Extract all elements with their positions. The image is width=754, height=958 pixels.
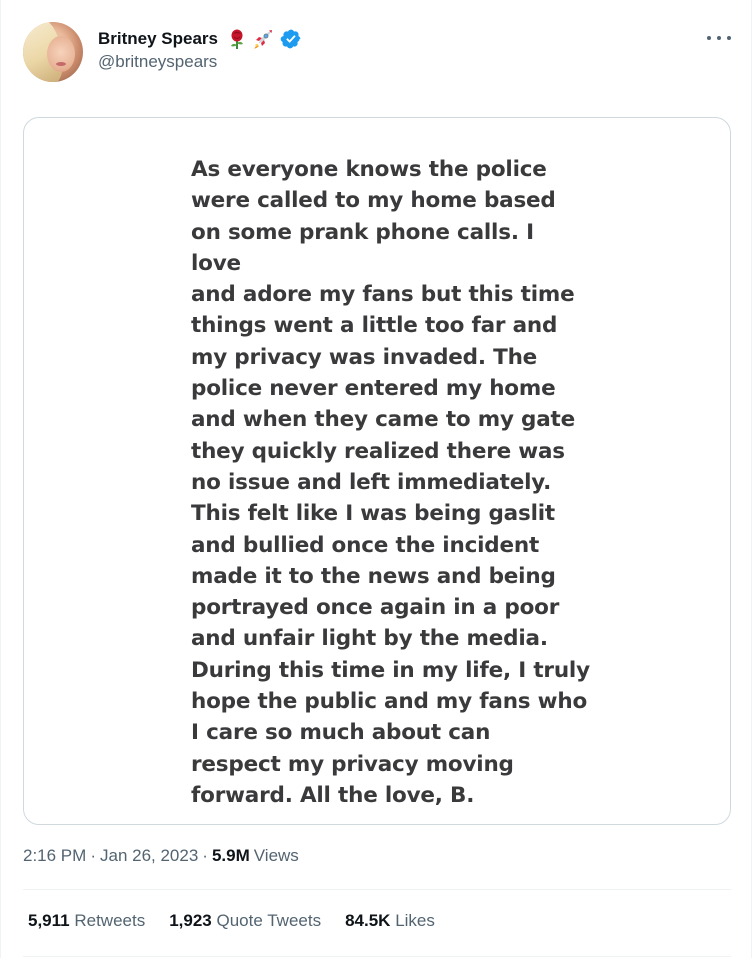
tweet-detail: Britney Spears @britneyspears As everyon… [0,0,752,958]
media-statement-text: As everyone knows the police were called… [191,157,590,808]
likes-stat[interactable]: 84.5K Likes [345,911,435,931]
divider [23,956,731,957]
likes-label: Likes [395,911,435,930]
tweet-meta: 2:16 PM · Jan 26, 2023 · 5.9M Views [23,846,299,866]
more-options-icon[interactable] [707,30,731,46]
rocket-emoji-icon [252,28,274,50]
more-dot [727,36,731,40]
meta-separator: · [90,846,96,865]
views-count: 5.9M [211,846,250,865]
retweets-label: Retweets [74,911,146,930]
avatar[interactable] [23,22,83,82]
avatar-face [47,36,75,72]
divider [23,889,731,890]
media-image[interactable]: As everyone knows the police were called… [23,117,731,825]
tweet-date[interactable]: Jan 26, 2023 [100,846,198,866]
more-dot [707,36,711,40]
meta-separator: · [202,846,208,865]
user-name-row: Britney Spears [98,27,302,51]
quote-tweets-count: 1,923 [169,911,212,930]
user-handle[interactable]: @britneyspears [98,52,217,72]
likes-count: 84.5K [345,911,391,930]
tweet-time[interactable]: 2:16 PM [23,846,86,866]
quote-tweets-label: Quote Tweets [216,911,322,930]
avatar-lips [56,62,66,66]
engagement-stats: 5,911 Retweets 1,923 Quote Tweets 84.5K … [28,911,459,931]
retweets-count: 5,911 [28,911,70,930]
quote-tweets-stat[interactable]: 1,923 Quote Tweets [169,911,321,931]
verified-badge-icon[interactable] [280,28,302,50]
more-dot [717,36,721,40]
views-label: Views [253,846,299,865]
rose-emoji-icon [226,28,248,50]
display-name[interactable]: Britney Spears [98,29,218,49]
retweets-stat[interactable]: 5,911 Retweets [28,911,145,931]
